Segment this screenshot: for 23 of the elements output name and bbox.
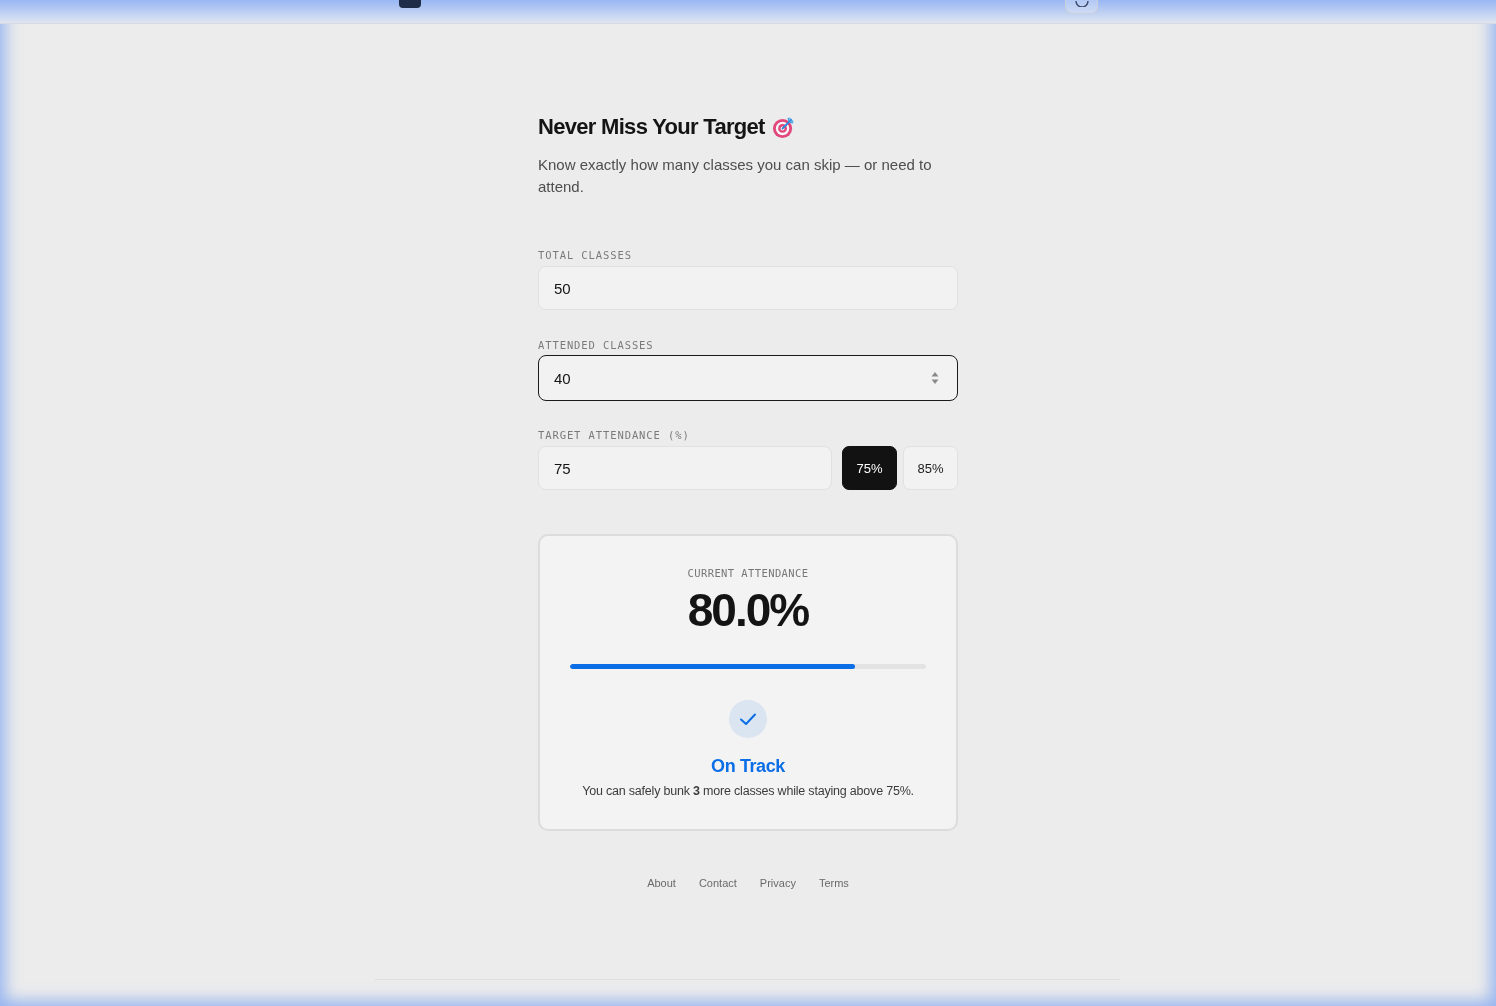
input-field[interactable]: 50 bbox=[538, 266, 958, 310]
footer-link[interactable]: Privacy bbox=[759, 876, 796, 890]
field-label: TOTAL CLASSES bbox=[538, 248, 632, 262]
footer-link[interactable]: Terms bbox=[818, 876, 849, 890]
subtitle: Know exactly how many classes you can skip — or need to attend. bbox=[538, 155, 933, 197]
field-label: ATTENDED CLASSES bbox=[538, 338, 654, 352]
footer-link[interactable]: Contact bbox=[698, 876, 737, 890]
header-icon-button[interactable] bbox=[1065, 0, 1098, 14]
logo-tile-icon[interactable] bbox=[399, 0, 421, 8]
status-message: You can safely bunk 3 more classes while staying above 75%. bbox=[582, 783, 914, 800]
preset-button[interactable]: 75% bbox=[842, 446, 897, 490]
input-field[interactable]: 40 bbox=[538, 355, 958, 401]
result-label: CURRENT ATTENDANCE bbox=[687, 566, 809, 580]
footer-link[interactable]: About bbox=[647, 876, 676, 890]
input-field[interactable]: 75 bbox=[538, 446, 832, 490]
status-title: On Track bbox=[711, 755, 785, 778]
preset-button[interactable]: 85% bbox=[903, 446, 958, 490]
dartboard-icon bbox=[771, 115, 795, 139]
page-title: Never Miss Your Target bbox=[538, 113, 765, 141]
attendance-percentage: 80.0% bbox=[687, 585, 809, 635]
spinner-arrows-icon[interactable] bbox=[931, 371, 939, 385]
field-label: TARGET ATTENDANCE (%) bbox=[538, 428, 690, 442]
arc-icon bbox=[1074, 1, 1089, 7]
